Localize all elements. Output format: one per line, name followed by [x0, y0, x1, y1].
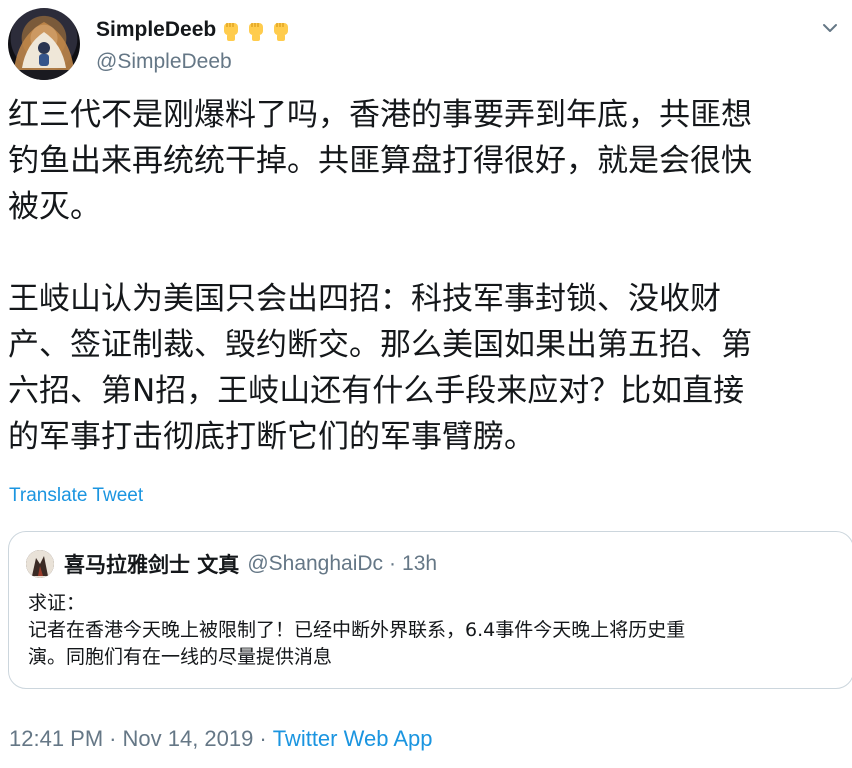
quoted-author-avatar	[26, 550, 54, 578]
quoted-separator: ·	[389, 552, 397, 575]
tweet-meta: 12:41 PM · Nov 14, 2019 · Twitter Web Ap…	[9, 726, 432, 752]
raised-fist-icon	[224, 23, 239, 41]
translate-tweet-link[interactable]: Translate Tweet	[9, 485, 143, 507]
quoted-tweet-header: 喜马拉雅剑士 文真 @ShanghaiDc · 13h	[26, 550, 437, 578]
quoted-author-handle: @ShanghaiDc	[247, 552, 384, 575]
author-display-name[interactable]: SimpleDeeb	[96, 18, 216, 42]
meta-separator: ·	[259, 726, 267, 751]
raised-fist-icon	[274, 23, 289, 41]
author-handle[interactable]: @SimpleDeeb	[96, 50, 293, 74]
quoted-tweet-text: 求证： 记者在香港今天晚上被限制了！已经中断外界联系，6.4事件今天晚上将历史重…	[28, 592, 686, 668]
author-avatar[interactable]	[8, 8, 80, 80]
avatar-image-icon	[8, 22, 80, 80]
tweet-source-link[interactable]: Twitter Web App	[273, 726, 433, 752]
chevron-down-icon[interactable]	[818, 16, 842, 40]
quoted-author-name: 喜马拉雅剑士 文真	[64, 553, 240, 577]
raised-fist-icon	[249, 23, 264, 41]
quoted-timestamp: 13h	[402, 552, 438, 575]
author-name-emojis	[218, 18, 293, 42]
author-names: SimpleDeeb @SimpleDeeb	[96, 16, 293, 74]
meta-separator: ·	[109, 726, 117, 751]
tweet-date[interactable]: Nov 14, 2019	[123, 726, 254, 752]
tweet-time[interactable]: 12:41 PM	[9, 726, 103, 752]
tweet-text: 红三代不是刚爆料了吗，香港的事要弄到年底，共匪想 钓鱼出来再统统干掉。共匪算盘打…	[8, 97, 752, 455]
avatar-image-icon	[26, 550, 54, 578]
tweet-header: SimpleDeeb @SimpleDeeb	[8, 8, 844, 80]
quoted-tweet[interactable]: 喜马拉雅剑士 文真 @ShanghaiDc · 13h 求证： 记者在香港今天晚…	[8, 531, 852, 689]
